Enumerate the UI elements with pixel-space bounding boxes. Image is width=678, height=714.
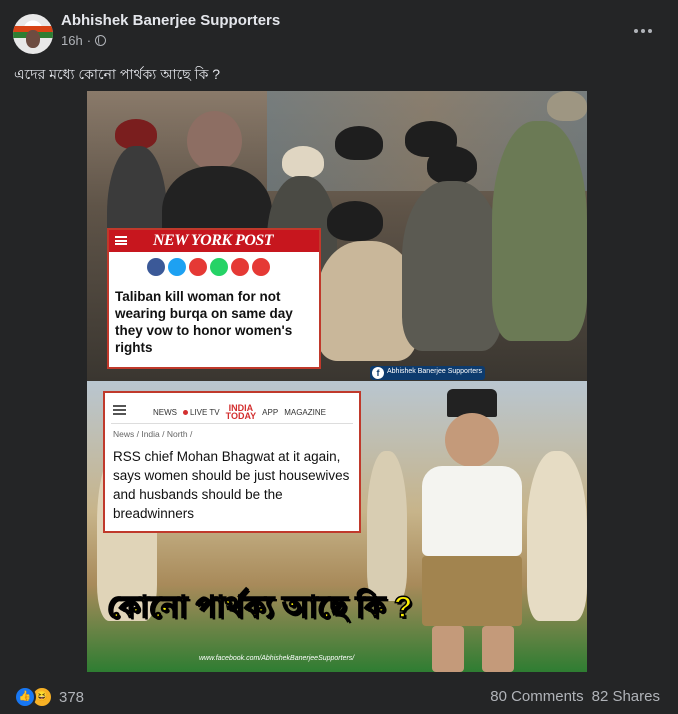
logo-bottom: TODAY: [225, 411, 257, 421]
flipboard-icon: [189, 258, 207, 276]
indiatoday-headline-card: NEWS LIVE TV INDIA TODAY APP MAGAZINE New…: [103, 391, 361, 533]
overlay-question-text: কোনো পার্থক্য আছে কি ?: [106, 590, 413, 625]
indiatoday-headline: RSS chief Mohan Bhagwat at it again, say…: [113, 449, 350, 521]
post-image[interactable]: NEW YORK POST Taliban kill woman for not…: [87, 91, 587, 672]
avatar-face: [26, 30, 40, 48]
person-figure: [282, 146, 324, 178]
post-caption: এদের মধ্যে কোনো পার্থক্য আছে কি ?: [14, 66, 221, 82]
share-icons: [147, 258, 270, 276]
page-watermark: f Abhishek Banerjee Supporters: [370, 366, 485, 380]
nav-app: APP: [262, 407, 279, 417]
reaction-count: 378: [59, 688, 85, 706]
nav-live-tv-label: LIVE TV: [190, 407, 220, 417]
nypost-logo: NEW YORK POST: [153, 232, 274, 249]
nav-magazine: MAGAZINE: [284, 407, 326, 417]
khaki-shorts: [422, 556, 522, 626]
facebook-icon: [147, 258, 165, 276]
nypost-headline: Taliban kill woman for not wearing burqa…: [115, 289, 293, 355]
watermark-text: Abhishek Banerjee Supporters: [387, 368, 482, 375]
twitter-icon: [168, 258, 186, 276]
menu-icon: [115, 236, 127, 245]
leg: [482, 626, 514, 672]
menu-icon: [113, 405, 126, 415]
facebook-url: www.facebook.com/AbhishekBanerjeeSupport…: [199, 655, 355, 662]
post-footer: 👍 😆 378 80 Comments 82 Shares: [0, 678, 678, 714]
post-header: Abhishek Banerjee Supporters 16h ·: [0, 0, 678, 60]
person-figure: [335, 126, 383, 160]
nypost-headline-card: NEW YORK POST Taliban kill woman for not…: [107, 228, 321, 369]
white-shirt: [422, 466, 522, 556]
page-avatar[interactable]: [13, 14, 53, 54]
person-face: [445, 413, 499, 467]
shares-count-link[interactable]: 82 Shares: [592, 688, 660, 705]
email-icon: [231, 258, 249, 276]
person-figure: [527, 451, 587, 621]
person-figure: [492, 121, 587, 341]
like-icon: 👍: [14, 686, 36, 708]
whatsapp-icon: [210, 258, 228, 276]
person-figure: [547, 91, 587, 121]
person-figure: [427, 146, 477, 184]
meta-separator: ·: [86, 33, 92, 48]
facebook-icon: f: [372, 367, 384, 379]
globe-icon: [95, 35, 107, 46]
post-meta: 16h ·: [61, 33, 107, 48]
more-options-icon[interactable]: [628, 18, 658, 44]
comments-count-link[interactable]: 80 Comments: [490, 688, 583, 705]
indiatoday-logo: INDIA TODAY: [225, 404, 257, 421]
nav-live-tv: LIVE TV: [183, 408, 220, 417]
person-figure: [187, 111, 242, 171]
nav-news: NEWS: [153, 407, 177, 417]
breadcrumb: News / India / North /: [113, 429, 193, 439]
live-dot-icon: [183, 409, 188, 415]
divider: [111, 423, 353, 424]
engagement-stats: 80 Comments 82 Shares: [490, 688, 660, 705]
post-time[interactable]: 16h: [61, 33, 83, 48]
leg: [432, 626, 464, 672]
person-figure: [402, 181, 502, 351]
person-figure: [115, 119, 157, 149]
indiatoday-nav: NEWS LIVE TV INDIA TODAY APP MAGAZINE: [153, 404, 326, 421]
person-figure: [367, 451, 407, 601]
nypost-header-bar: NEW YORK POST: [109, 230, 319, 252]
page-name-link[interactable]: Abhishek Banerjee Supporters: [61, 12, 280, 29]
person-figure: [327, 201, 383, 241]
link-icon: [252, 258, 270, 276]
reactions-summary[interactable]: 👍 😆 378: [14, 686, 84, 708]
